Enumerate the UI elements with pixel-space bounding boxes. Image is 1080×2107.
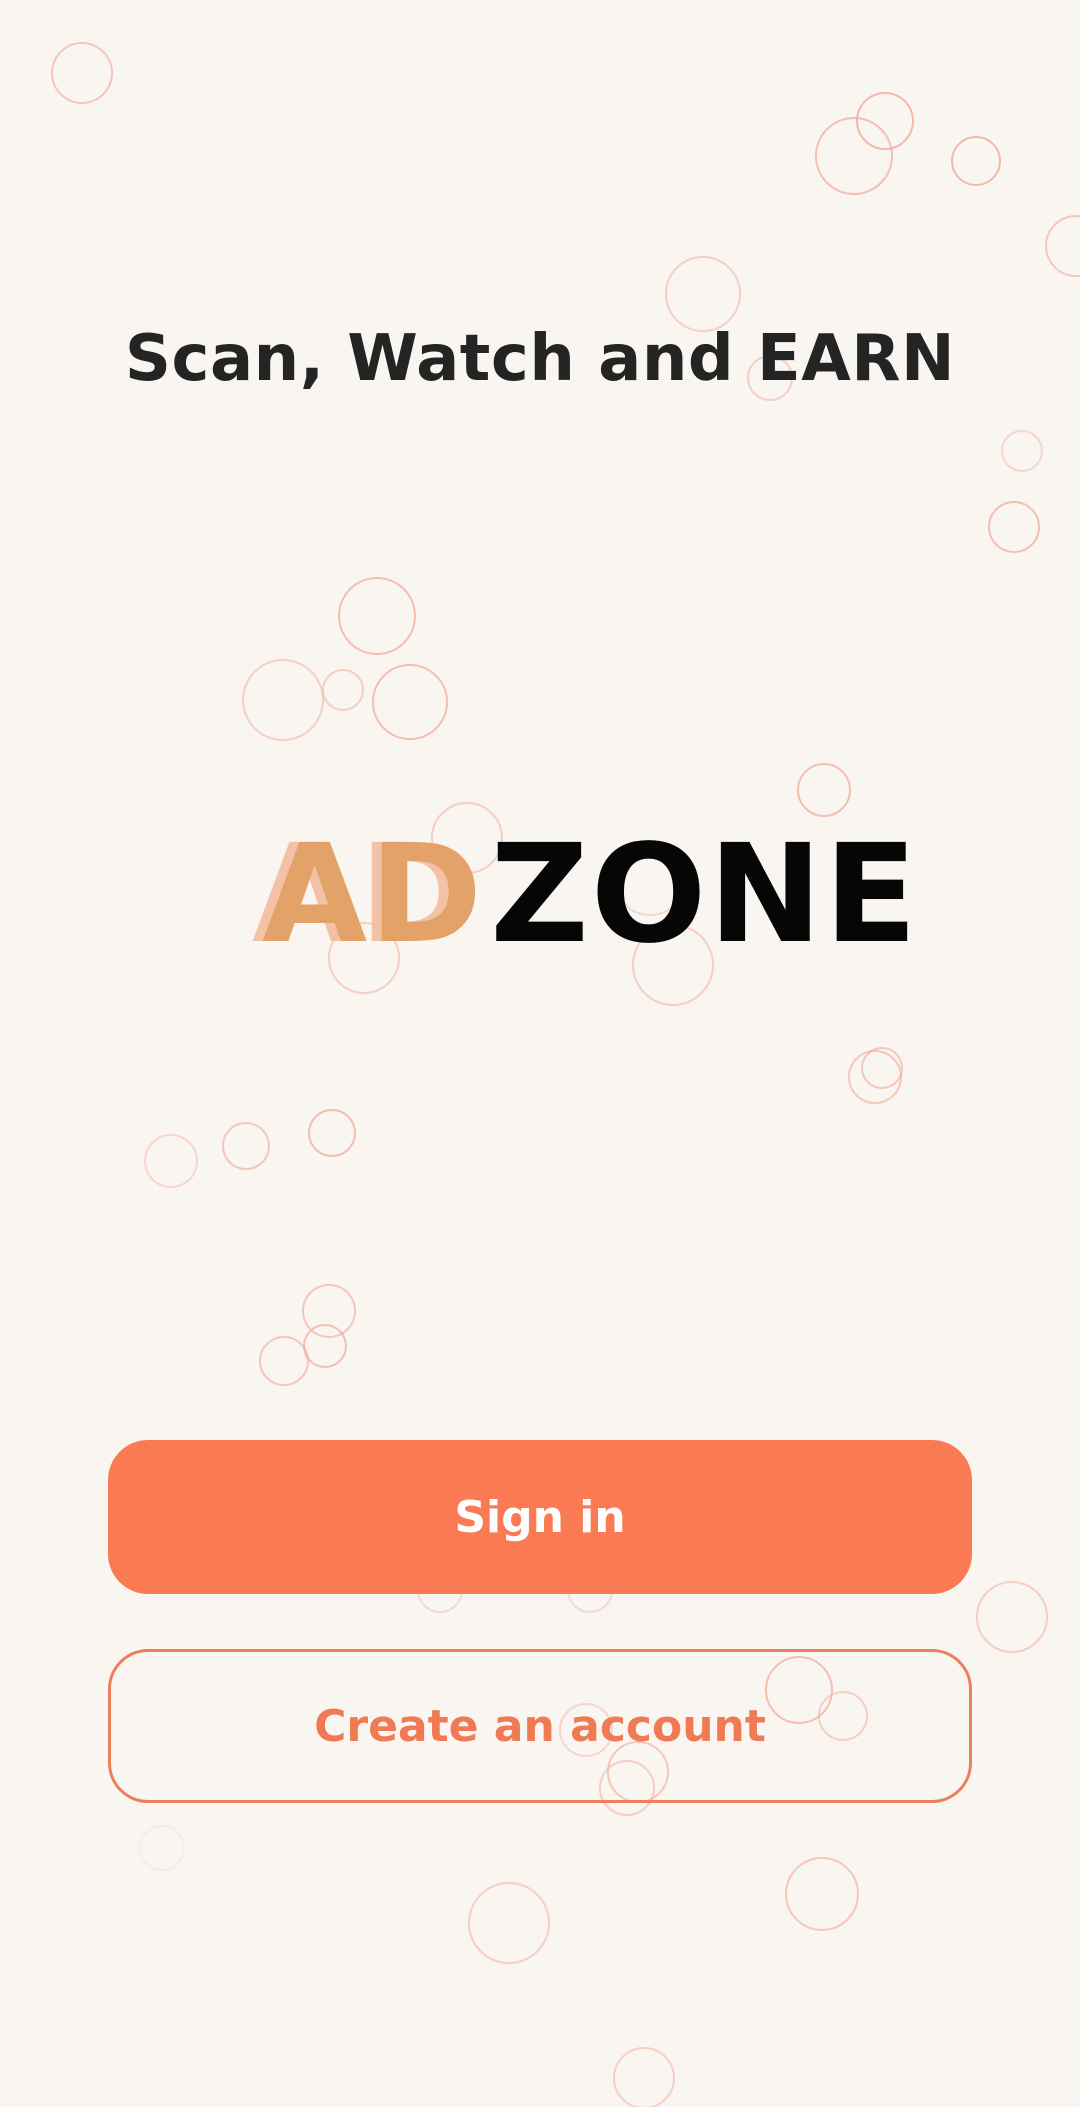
bubble-decoration: [51, 42, 113, 104]
bubble-decoration: [322, 669, 364, 711]
bubble-decoration: [785, 1857, 859, 1931]
bubble-decoration: [797, 763, 851, 817]
bubble-decoration: [303, 1324, 347, 1368]
bubble-decoration: [665, 256, 741, 332]
adzone-logo: AD AD ZONE: [252, 816, 919, 974]
bubble-decoration: [259, 1336, 309, 1386]
logo-ad-part: AD AD: [252, 816, 485, 974]
bubble-decoration: [976, 1581, 1048, 1653]
bubble-decoration: [848, 1050, 902, 1104]
bubble-decoration: [242, 659, 324, 741]
bubble-decoration: [613, 2047, 675, 2107]
bubble-decoration: [1045, 215, 1080, 277]
bubble-decoration: [338, 577, 416, 655]
bubble-decoration: [468, 1882, 550, 1964]
tagline: Scan, Watch and EARN: [124, 322, 956, 396]
bubble-decoration: [856, 92, 914, 150]
sign-in-button[interactable]: Sign in: [108, 1440, 972, 1594]
bubble-decoration: [815, 117, 893, 195]
bubble-decoration: [308, 1109, 356, 1157]
bubble-decoration: [222, 1122, 270, 1170]
logo-zone-text: ZONE: [490, 816, 920, 974]
bubble-decoration: [988, 501, 1040, 553]
logo-ad-text: AD: [262, 816, 485, 974]
bubble-decoration: [1001, 430, 1043, 472]
bubble-decoration: [861, 1047, 903, 1089]
bubble-decoration: [372, 664, 448, 740]
bubble-decoration: [951, 136, 1001, 186]
bubble-decoration: [139, 1825, 185, 1871]
create-account-button[interactable]: Create an account: [108, 1649, 972, 1803]
bubble-decoration: [144, 1134, 198, 1188]
